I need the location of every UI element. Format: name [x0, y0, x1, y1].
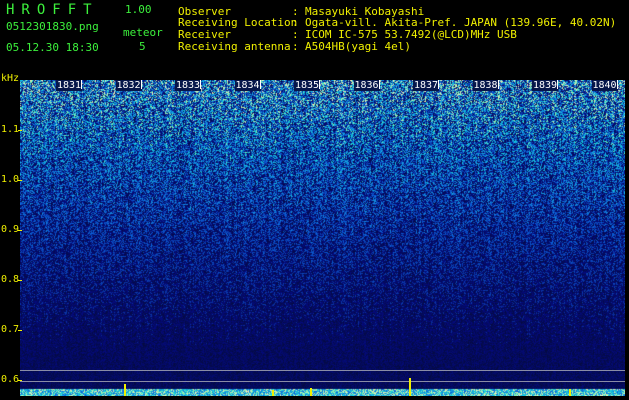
time-label: 1836: [353, 80, 380, 91]
time-tick-mark: [319, 80, 320, 89]
time-tick-mark: [81, 80, 82, 89]
y-tick-label: 0.9: [1, 224, 20, 235]
time-label: 1838: [472, 80, 499, 91]
time-tick-mark: [378, 80, 380, 89]
location-label: Receiving Location: [178, 16, 298, 29]
time-tick-mark: [438, 80, 439, 89]
date-time: 05.12.30 18:30: [6, 41, 99, 54]
time-label: 1837: [413, 80, 440, 91]
antenna-label: Receiving antenna: [178, 40, 291, 53]
time-tick-mark: [140, 80, 142, 89]
meteor-label: meteor: [123, 26, 163, 39]
axis-unit: kHz: [1, 73, 20, 84]
hrofft-window: HROFFT 1.00 0512301830.png 05.12.30 18:3…: [0, 0, 629, 400]
time-tick-mark: [616, 80, 618, 89]
receiver-colon: :: [292, 28, 299, 41]
time-label: 1832: [115, 80, 142, 91]
y-tick-mark: [18, 280, 22, 281]
y-tick-label: 0.7: [1, 324, 20, 335]
time-tick-mark: [200, 80, 201, 89]
y-tick-mark: [18, 230, 22, 231]
meteor-echo-1: [124, 384, 126, 396]
time-tick-mark: [497, 80, 499, 89]
time-label: 1839: [532, 80, 559, 91]
time-label: 1840: [591, 80, 618, 91]
y-tick-label: 1.0: [1, 174, 20, 185]
time-label: 1831: [56, 80, 83, 91]
receiver-label: Receiver: [178, 28, 231, 41]
time-tick-mark: [259, 80, 261, 89]
reference-line-lower: [20, 381, 625, 382]
y-tick-mark: [18, 130, 22, 131]
y-tick-label: 0.6: [1, 374, 20, 385]
time-label: 1834: [234, 80, 261, 91]
meteor-echo-4: [272, 390, 274, 396]
spectrogram: [20, 80, 625, 396]
y-tick-mark: [18, 330, 22, 331]
location-value: Ogata-vill. Akita-Pref. JAPAN (139.96E, …: [305, 16, 617, 29]
meteor-echo-3: [409, 378, 411, 396]
time-tick-mark: [557, 80, 558, 89]
app-version: 1.00: [125, 3, 152, 16]
time-label: 1833: [175, 80, 202, 91]
antenna-colon: :: [292, 40, 299, 53]
receiver-value: ICOM IC-575 53.7492(@LCD)MHz USB: [305, 28, 517, 41]
location-colon: :: [292, 16, 299, 29]
y-tick-label: 1.1: [1, 124, 20, 135]
meteor-echo-5: [569, 389, 571, 396]
file-name: 0512301830.png: [6, 20, 99, 33]
meteor-echo-2: [310, 388, 312, 396]
antenna-value: A504HB(yagi 4el): [305, 40, 411, 53]
app-title: HROFFT: [6, 2, 99, 18]
reference-line-upper: [20, 370, 625, 371]
meteor-count: 5: [139, 40, 146, 53]
y-tick-label: 0.8: [1, 274, 20, 285]
y-tick-mark: [18, 180, 22, 181]
time-label: 1835: [294, 80, 321, 91]
